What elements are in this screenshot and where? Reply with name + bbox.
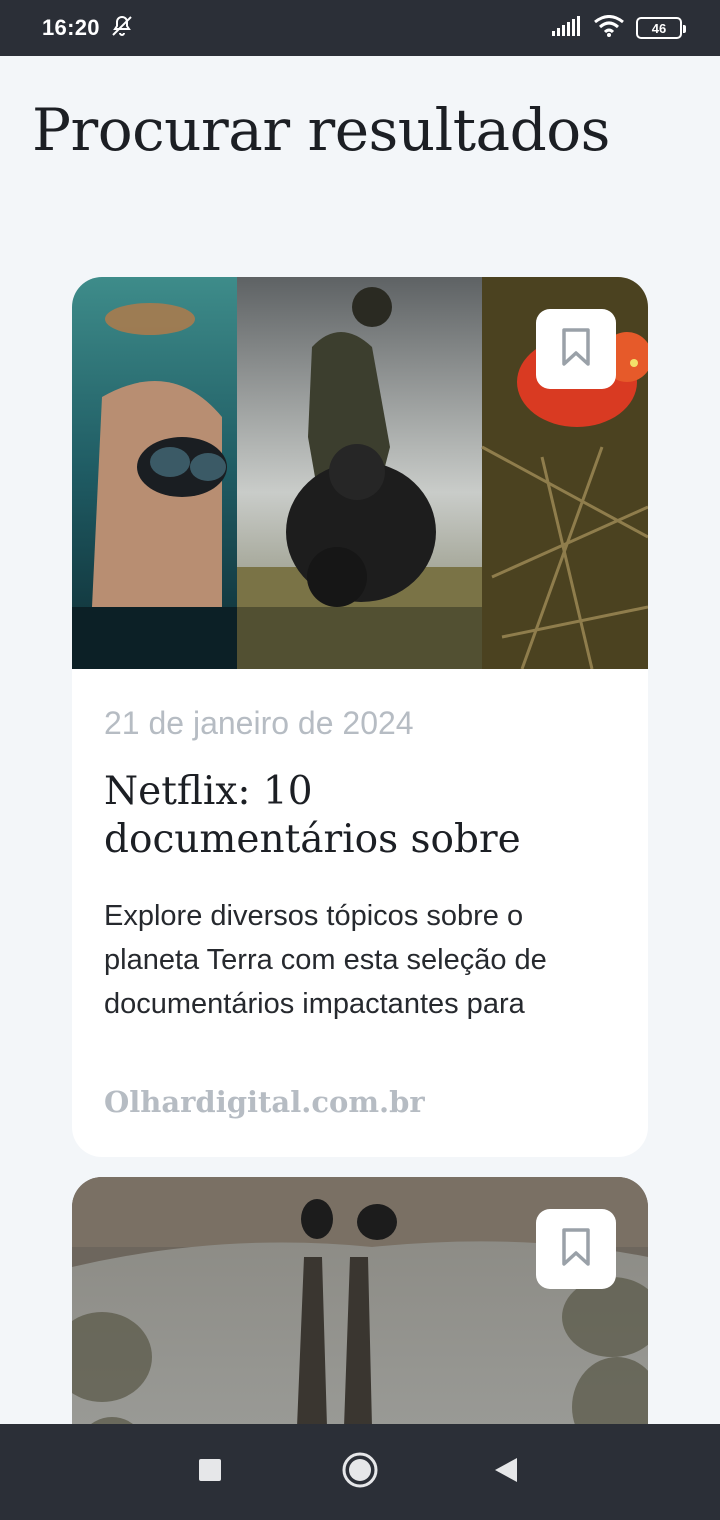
page-title: Procurar resultados bbox=[32, 96, 610, 164]
card-image bbox=[72, 277, 648, 669]
status-bar: 16:20 46 bbox=[0, 0, 720, 56]
card-description: Explore diversos tópicos sobre o planeta… bbox=[104, 900, 547, 1020]
card-title[interactable]: Netflix: 10 documentários sobre bbox=[104, 768, 616, 864]
back-button[interactable] bbox=[458, 1424, 554, 1520]
bookmark-icon bbox=[561, 327, 591, 372]
screen: 16:20 46 Procurar resultados 21 de janei… bbox=[0, 0, 720, 1520]
status-right: 46 bbox=[552, 14, 686, 42]
card-body: 21 de janeiro de 2024 Netflix: 10 docume… bbox=[72, 669, 648, 1026]
home-button[interactable] bbox=[312, 1424, 408, 1520]
back-triangle-icon bbox=[493, 1456, 519, 1489]
recents-button[interactable] bbox=[162, 1424, 258, 1520]
home-circle-icon bbox=[341, 1451, 379, 1494]
battery-icon: 46 bbox=[636, 17, 686, 39]
bell-off-icon bbox=[110, 14, 134, 43]
bookmark-icon bbox=[561, 1227, 591, 1272]
recents-square-icon bbox=[198, 1458, 222, 1487]
card-source: Olhardigital.com.br bbox=[104, 1085, 425, 1119]
card-date: 21 de janeiro de 2024 bbox=[104, 705, 414, 741]
result-card[interactable]: 21 de janeiro de 2024 Netflix: 10 docume… bbox=[72, 277, 648, 1157]
bookmark-button[interactable] bbox=[536, 1209, 616, 1289]
bookmark-button[interactable] bbox=[536, 309, 616, 389]
wifi-icon bbox=[594, 14, 624, 42]
signal-icon bbox=[552, 15, 582, 41]
navigation-bar bbox=[0, 1424, 720, 1520]
status-left: 16:20 bbox=[42, 14, 134, 43]
battery-level: 46 bbox=[651, 20, 667, 36]
status-time: 16:20 bbox=[42, 15, 100, 40]
